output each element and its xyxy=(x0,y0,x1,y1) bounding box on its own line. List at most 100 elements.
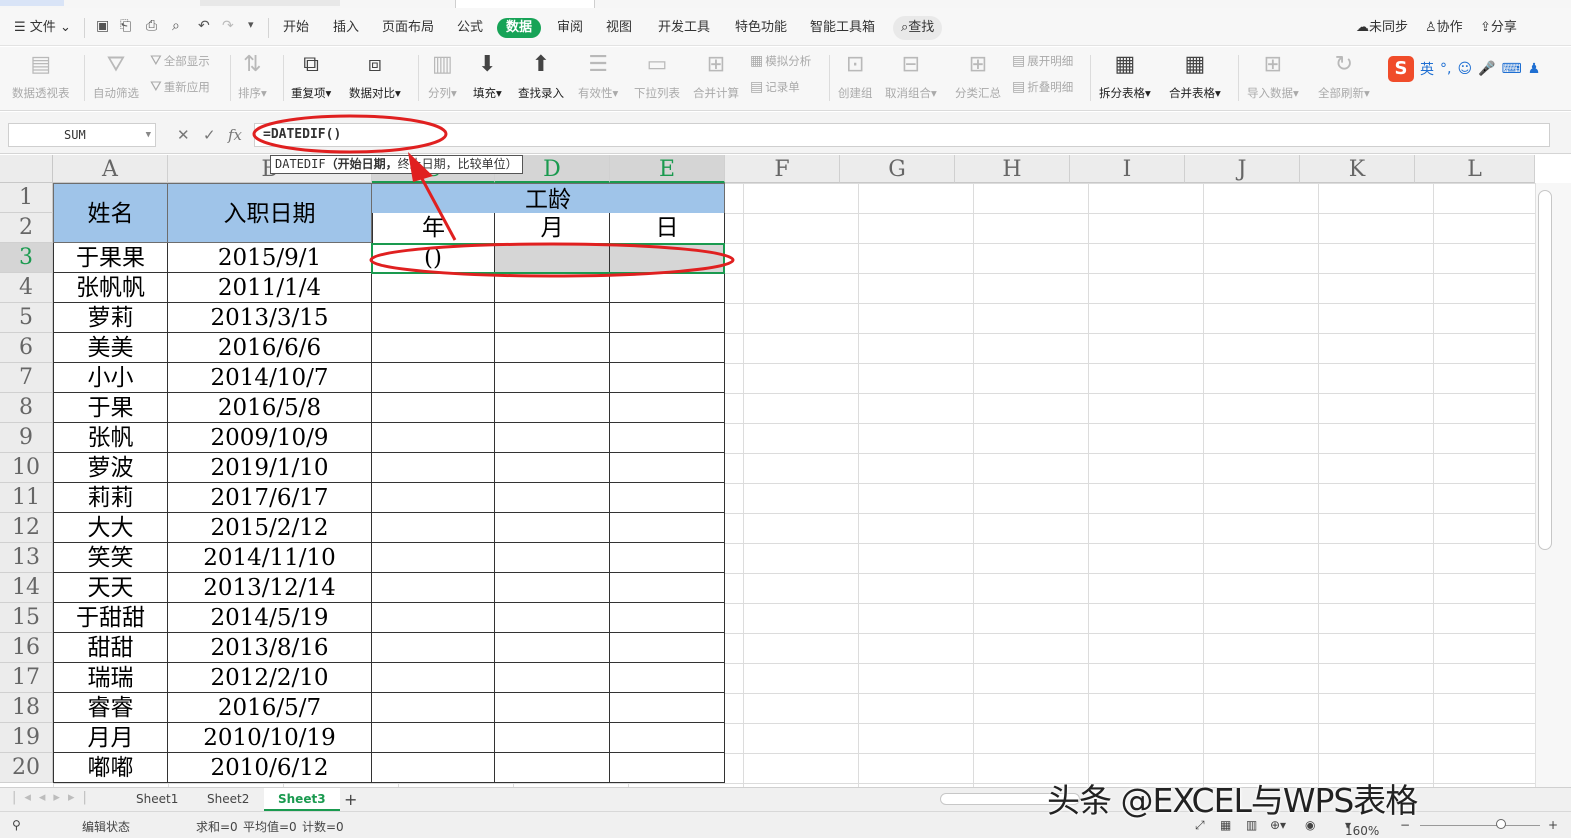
year-cell[interactable] xyxy=(372,333,495,363)
header-month-cell[interactable]: 月 xyxy=(495,213,610,244)
date-cell[interactable]: 2015/2/12 xyxy=(168,513,372,543)
sheet-nav-arrows-icon[interactable]: |◂◂▸▸| xyxy=(12,790,95,805)
day-cell[interactable] xyxy=(610,543,725,573)
name-cell[interactable]: 莉莉 xyxy=(53,483,168,513)
show-all-button[interactable]: ⛛ 全部显示 xyxy=(150,53,210,69)
date-cell[interactable]: 2010/6/12 xyxy=(168,753,372,783)
name-cell[interactable]: 于甜甜 xyxy=(53,603,168,633)
row-header[interactable]: 4 xyxy=(0,273,53,303)
collaborate-button[interactable]: ♙协作 xyxy=(1425,18,1463,38)
ime-toolbar[interactable]: S 英 °, ☺ 🎤 ⌨ ♟ xyxy=(1388,55,1540,83)
duplicates-button[interactable]: ⧉ 重复项▾ xyxy=(291,51,331,101)
name-cell[interactable]: 大大 xyxy=(53,513,168,543)
name-cell[interactable]: 天天 xyxy=(53,573,168,603)
tab-developer[interactable]: 开发工具 xyxy=(658,18,710,38)
row-header[interactable]: 18 xyxy=(0,693,53,723)
vertical-scroll-thumb[interactable] xyxy=(1538,190,1552,550)
year-cell[interactable] xyxy=(372,543,495,573)
validity-button[interactable]: ☰ 有效性▾ xyxy=(578,51,618,101)
row-header[interactable]: 20 xyxy=(0,753,53,783)
zoom-slider[interactable] xyxy=(1420,825,1540,826)
row-header[interactable]: 1 xyxy=(0,183,53,213)
split-column-button[interactable]: ▥ 分列▾ xyxy=(428,51,457,101)
microphone-icon[interactable]: 🎤 xyxy=(1478,61,1495,77)
collapse-detail-button[interactable]: ▤ 折叠明细 xyxy=(1012,79,1073,95)
day-cell[interactable] xyxy=(610,483,725,513)
tab-view[interactable]: 视图 xyxy=(606,18,632,38)
month-cell[interactable] xyxy=(495,423,610,453)
tab-page-layout[interactable]: 页面布局 xyxy=(382,18,434,38)
user-icon[interactable]: ♟ xyxy=(1528,61,1541,77)
year-cell[interactable] xyxy=(372,453,495,483)
year-cell[interactable] xyxy=(372,603,495,633)
row-header[interactable]: 9 xyxy=(0,423,53,453)
tab-formulas[interactable]: 公式 xyxy=(457,18,483,38)
column-header-j[interactable]: J xyxy=(1185,155,1300,183)
import-data-button[interactable]: ⊞ 导入数据▾ xyxy=(1247,51,1299,101)
month-cell[interactable] xyxy=(495,393,610,423)
date-cell[interactable]: 2016/5/7 xyxy=(168,693,372,723)
month-cell[interactable] xyxy=(495,663,610,693)
expand-detail-button[interactable]: ▤ 展开明细 xyxy=(1012,53,1073,69)
sort-button[interactable]: ⇅ 排序▾ xyxy=(238,51,267,101)
day-cell[interactable] xyxy=(610,603,725,633)
select-all-corner[interactable] xyxy=(0,155,53,183)
name-cell[interactable]: 小小 xyxy=(53,363,168,393)
year-cell[interactable] xyxy=(372,363,495,393)
row-header[interactable]: 19 xyxy=(0,723,53,753)
sheet-tab-3[interactable]: Sheet3 xyxy=(264,788,340,811)
day-cell[interactable] xyxy=(610,333,725,363)
lookup-entry-button[interactable]: ⬆ 查找录入 xyxy=(518,51,564,101)
row-header[interactable]: 2 xyxy=(0,213,53,243)
create-group-button[interactable]: ⊡ 创建组 xyxy=(838,51,873,101)
month-cell[interactable] xyxy=(495,453,610,483)
header-day-cell[interactable]: 日 xyxy=(610,213,725,244)
day-cell[interactable] xyxy=(610,273,725,303)
day-cell[interactable] xyxy=(610,363,725,393)
row-header[interactable]: 8 xyxy=(0,393,53,423)
name-cell[interactable]: 萝波 xyxy=(53,453,168,483)
row-header[interactable]: 5 xyxy=(0,303,53,333)
name-cell[interactable]: 月月 xyxy=(53,723,168,753)
date-cell[interactable]: 2016/6/6 xyxy=(168,333,372,363)
share-button[interactable]: ⇪分享 xyxy=(1480,18,1517,38)
header-name-cell[interactable]: 姓名 xyxy=(53,183,168,243)
data-compare-button[interactable]: ⧈ 数据对比▾ xyxy=(349,51,401,101)
row-header[interactable]: 3 xyxy=(0,243,53,273)
save-icon[interactable]: ▣ xyxy=(96,18,109,34)
name-cell[interactable]: 张帆 xyxy=(53,423,168,453)
day-cell[interactable] xyxy=(610,753,725,783)
date-cell[interactable]: 2014/10/7 xyxy=(168,363,372,393)
undo-icon[interactable]: ↶ xyxy=(198,18,210,34)
name-cell[interactable]: 张帆帆 xyxy=(53,273,168,303)
active-document-tab[interactable] xyxy=(455,0,595,8)
date-cell[interactable]: 2019/1/10 xyxy=(168,453,372,483)
punctuation-icon[interactable]: °, xyxy=(1440,61,1451,77)
add-sheet-icon[interactable]: + xyxy=(330,788,371,811)
month-cell[interactable] xyxy=(495,333,610,363)
day-cell[interactable] xyxy=(610,453,725,483)
date-cell[interactable]: 2010/10/19 xyxy=(168,723,372,753)
name-box[interactable]: SUM ▼ xyxy=(8,123,156,147)
emoji-icon[interactable]: ☺ xyxy=(1457,61,1472,77)
month-cell[interactable] xyxy=(495,573,610,603)
simulate-analysis-button[interactable]: ▦ 模拟分析 xyxy=(750,53,811,69)
zoom-slider-handle[interactable] xyxy=(1496,819,1506,829)
year-cell[interactable] xyxy=(372,483,495,513)
column-header-f[interactable]: F xyxy=(725,155,840,183)
date-cell[interactable]: 2017/6/17 xyxy=(168,483,372,513)
print-icon[interactable]: ⎙ xyxy=(146,18,157,34)
insert-function-icon[interactable]: fx xyxy=(228,126,242,144)
date-cell[interactable]: 2013/8/16 xyxy=(168,633,372,663)
split-table-button[interactable]: ▦ 拆分表格▾ xyxy=(1099,51,1151,101)
month-cell[interactable] xyxy=(495,243,610,273)
subtotal-button[interactable]: ⊞ 分类汇总 xyxy=(955,51,1001,101)
row-header[interactable]: 13 xyxy=(0,543,53,573)
month-cell[interactable] xyxy=(495,603,610,633)
tab-review[interactable]: 审阅 xyxy=(557,18,583,38)
day-cell[interactable] xyxy=(610,513,725,543)
reapply-button[interactable]: ⛛ 重新应用 xyxy=(150,79,210,95)
date-cell[interactable]: 2016/5/8 xyxy=(168,393,372,423)
column-header-g[interactable]: G xyxy=(840,155,955,183)
day-cell[interactable] xyxy=(610,633,725,663)
